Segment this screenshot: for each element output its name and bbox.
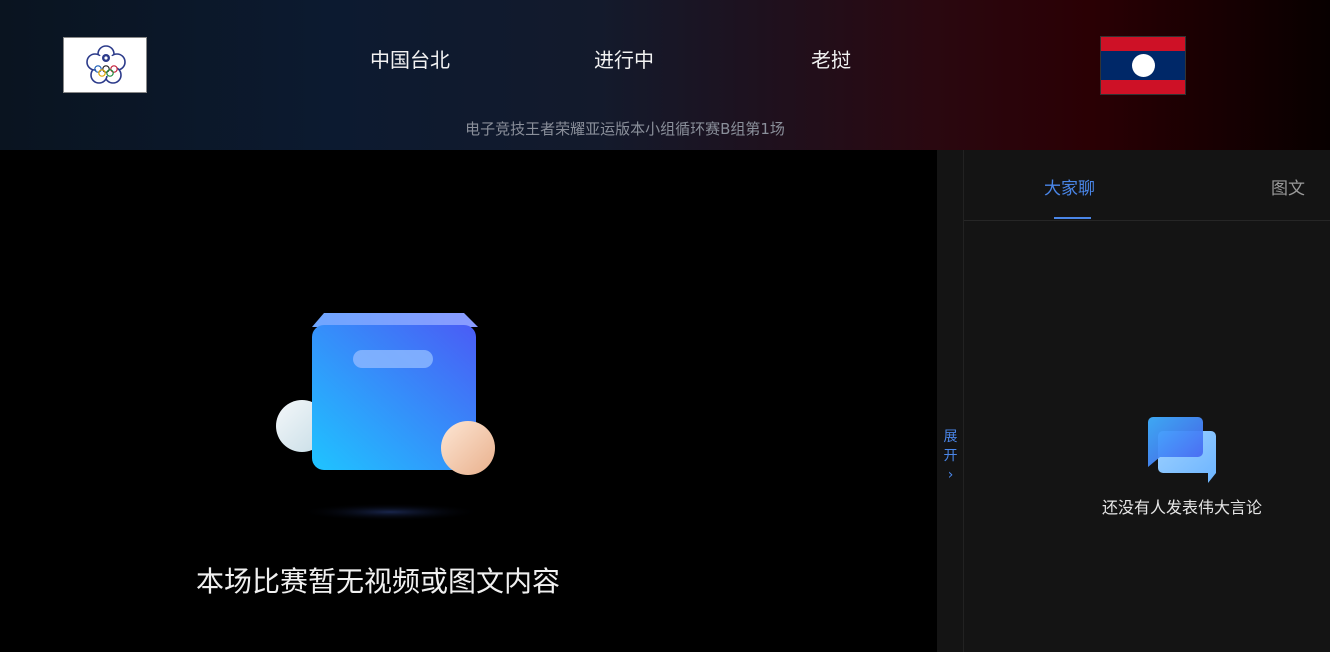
side-panel: 大家聊 图文 还没有人发表伟大言论	[964, 150, 1330, 652]
team-left-logo	[63, 37, 147, 93]
chat-bubbles-icon	[1148, 417, 1216, 483]
tab-graphic-text-label: 图文	[1271, 179, 1305, 199]
expand-toggle-button[interactable]: 展 开 ›	[937, 428, 964, 485]
empty-box-icon	[276, 313, 495, 521]
tab-chat-label: 大家聊	[1044, 179, 1095, 199]
match-subtitle: 电子竞技王者荣耀亚运版本小组循环赛B组第1场	[465, 120, 785, 138]
chevron-right-icon: ›	[947, 467, 954, 483]
expand-strip: 展 开 ›	[937, 150, 964, 652]
team-left-name: 中国台北	[370, 48, 450, 72]
tab-graphic-text[interactable]: 图文	[1271, 174, 1305, 199]
side-panel-tabs: 大家聊 图文	[964, 150, 1330, 221]
match-status: 进行中	[594, 48, 654, 72]
team-right-name: 老挝	[811, 48, 851, 72]
tab-chat[interactable]: 大家聊	[1044, 174, 1095, 219]
laos-flag-icon	[1100, 36, 1186, 95]
active-tab-indicator	[1054, 217, 1091, 219]
match-header: 中国台北 进行中 老挝 电子竞技王者荣耀亚运版本小组循环赛B组第1场	[0, 0, 1330, 150]
chat-empty-message: 还没有人发表伟大言论	[1101, 498, 1262, 517]
chinese-taipei-olympic-logo-icon	[86, 45, 126, 84]
video-area: 本场比赛暂无视频或图文内容	[0, 150, 937, 652]
expand-label-2: 开	[943, 448, 958, 464]
expand-label-1: 展	[943, 429, 958, 445]
empty-content-message: 本场比赛暂无视频或图文内容	[196, 565, 561, 598]
